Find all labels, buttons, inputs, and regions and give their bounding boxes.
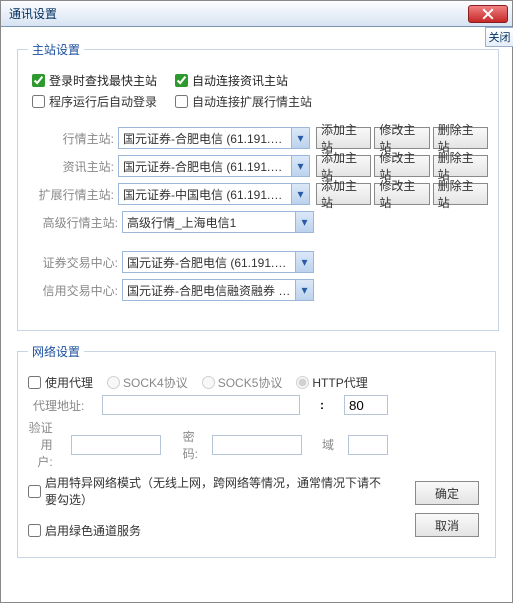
network-legend: 网络设置 [28,343,84,360]
btn-hq-edit[interactable]: 修改主站 [374,127,429,149]
colon-icon: : [314,398,330,412]
label-proxy-pwd: 密码: [183,428,198,462]
label-credit: 信用交易中心: [28,282,118,299]
close-icon [482,8,494,20]
radio-sock4-input[interactable] [107,376,120,389]
client-area: 主站设置 登录时查找最快主站 自动连接资讯主站 程序运行后自动登录 自动连接扩展… [1,27,512,578]
btn-ext-edit[interactable]: 修改主站 [374,183,429,205]
main-server-group: 主站设置 登录时查找最快主站 自动连接资讯主站 程序运行后自动登录 自动连接扩展… [17,41,499,331]
chk-find-fastest-input[interactable] [32,74,45,87]
combo-hq[interactable]: 国元证券-合肥电信 (61.191.48. ▾ [118,127,310,149]
chk-auto-info[interactable]: 自动连接资讯主站 [175,72,288,89]
combo-hq-value: 国元证券-合肥电信 (61.191.48. [119,130,291,147]
chk-auto-login-input[interactable] [32,95,45,108]
combo-adv[interactable]: 高级行情_上海电信1 ▾ [122,211,314,233]
chk-auto-info-input[interactable] [175,74,188,87]
btn-ext-del[interactable]: 删除主站 [433,183,488,205]
radio-http[interactable]: HTTP代理 [296,374,367,391]
titlebar: 通讯设置 [1,1,512,27]
combo-sec-value: 国元证券-合肥电信 (61.191.48. [123,254,295,271]
chk-green-channel-input[interactable] [28,524,41,537]
combo-sec[interactable]: 国元证券-合肥电信 (61.191.48. ▾ [122,251,314,273]
ok-button[interactable]: 确定 [415,481,479,505]
btn-zx-add[interactable]: 添加主站 [316,155,371,177]
input-proxy-port[interactable] [344,395,388,415]
combo-credit-value: 国元证券-合肥电信融资融券 (61 [123,282,295,299]
input-proxy-pwd[interactable] [212,435,302,455]
chevron-down-icon[interactable]: ▾ [291,184,309,204]
label-sec: 证券交易中心: [28,254,118,271]
radio-http-input[interactable] [296,376,309,389]
label-proxy-user: 验证用户: [28,419,53,470]
combo-adv-value: 高级行情_上海电信1 [123,214,295,231]
chk-special-net-input[interactable] [28,485,41,498]
chk-use-proxy-input[interactable] [28,376,41,389]
cancel-button[interactable]: 取消 [415,513,479,537]
chevron-down-icon[interactable]: ▾ [295,212,313,232]
btn-ext-add[interactable]: 添加主站 [316,183,371,205]
chk-special-net[interactable]: 启用特异网络模式（无线上网，跨网络等情况，通常情况下请不要勾选） [28,474,388,508]
chevron-down-icon[interactable]: ▾ [295,252,313,272]
label-zx: 资讯主站: [28,158,114,175]
btn-zx-edit[interactable]: 修改主站 [374,155,429,177]
label-proxy-addr: 代理地址: [28,397,84,414]
combo-ext-value: 国元证券-中国电信 (61.191.48. [119,186,291,203]
chk-auto-login[interactable]: 程序运行后自动登录 [32,93,157,110]
window-title: 通讯设置 [9,5,57,22]
chk-auto-ext-input[interactable] [175,95,188,108]
btn-hq-del[interactable]: 删除主站 [433,127,488,149]
chevron-down-icon[interactable]: ▾ [295,280,313,300]
combo-ext[interactable]: 国元证券-中国电信 (61.191.48. ▾ [118,183,310,205]
radio-sock4[interactable]: SOCK4协议 [107,374,188,391]
main-server-legend: 主站设置 [28,41,84,58]
label-proxy-domain: 域 [322,436,334,453]
chk-auto-ext[interactable]: 自动连接扩展行情主站 [175,93,312,110]
btn-zx-del[interactable]: 删除主站 [433,155,488,177]
combo-zx-value: 国元证券-合肥电信 (61.191.48. [119,158,291,175]
btn-hq-add[interactable]: 添加主站 [316,127,371,149]
radio-sock5-input[interactable] [202,376,215,389]
input-proxy-domain[interactable] [348,435,388,455]
chk-find-fastest[interactable]: 登录时查找最快主站 [32,72,157,89]
chevron-down-icon[interactable]: ▾ [291,156,309,176]
combo-credit[interactable]: 国元证券-合肥电信融资融券 (61 ▾ [122,279,314,301]
input-proxy-user[interactable] [71,435,161,455]
label-ext: 扩展行情主站: [28,186,114,203]
network-group: 网络设置 使用代理 SOCK4协议 SOCK5协议 HTTP代理 [17,343,496,558]
chevron-down-icon[interactable]: ▾ [291,128,309,148]
chk-use-proxy[interactable]: 使用代理 [28,374,93,391]
input-proxy-addr[interactable] [102,395,300,415]
chk-green-channel[interactable]: 启用绿色通道服务 [28,522,141,539]
radio-sock5[interactable]: SOCK5协议 [202,374,283,391]
label-adv: 高级行情主站: [28,214,118,231]
close-button[interactable] [468,5,508,23]
label-hq: 行情主站: [28,130,114,147]
combo-zx[interactable]: 国元证券-合肥电信 (61.191.48. ▾ [118,155,310,177]
